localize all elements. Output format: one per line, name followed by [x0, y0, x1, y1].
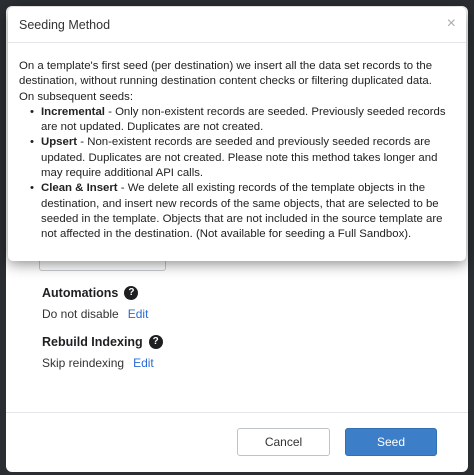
popup-header: Seeding Method × [8, 7, 466, 43]
rebuild-indexing-value: Skip reindexing [42, 356, 125, 370]
method-term: Clean & Insert [41, 182, 118, 195]
popup-subsequent-label: On subsequent seeds: [19, 90, 133, 103]
rebuild-indexing-heading: Rebuild Indexing ? [42, 335, 163, 349]
automations-setting: Do not disable Edit [42, 307, 148, 321]
list-item: Upsert - Non-existent records are seeded… [30, 135, 459, 181]
list-item: Incremental - Only non-existent records … [30, 105, 459, 136]
footer-divider [6, 412, 468, 413]
rebuild-indexing-label: Rebuild Indexing [42, 335, 143, 349]
cancel-button[interactable]: Cancel [237, 428, 330, 456]
seed-button[interactable]: Seed [345, 428, 437, 456]
seeding-method-list: Incremental - Only non-existent records … [19, 105, 459, 243]
list-item: Clean & Insert - We delete all existing … [30, 181, 459, 242]
automations-edit-link[interactable]: Edit [128, 307, 149, 321]
automations-value: Do not disable [42, 307, 119, 321]
popup-body: On a template's first seed (per destinat… [19, 59, 459, 243]
automations-label: Automations [42, 286, 119, 300]
rebuild-indexing-setting: Skip reindexing Edit [42, 356, 154, 370]
popup-intro: On a template's first seed (per destinat… [19, 60, 433, 88]
rebuild-indexing-edit-link[interactable]: Edit [133, 356, 154, 370]
popup-title: Seeding Method [19, 18, 111, 32]
method-desc: - Non-existent records are seeded and pr… [41, 136, 438, 180]
automations-help-icon[interactable]: ? [124, 286, 139, 300]
close-icon[interactable]: × [447, 16, 456, 32]
method-term: Upsert [41, 136, 78, 149]
seeding-method-popup: Seeding Method × On a template's first s… [8, 7, 466, 261]
rebuild-indexing-help-icon[interactable]: ? [148, 335, 163, 349]
method-term: Incremental [41, 105, 105, 118]
automations-heading: Automations ? [42, 286, 139, 300]
